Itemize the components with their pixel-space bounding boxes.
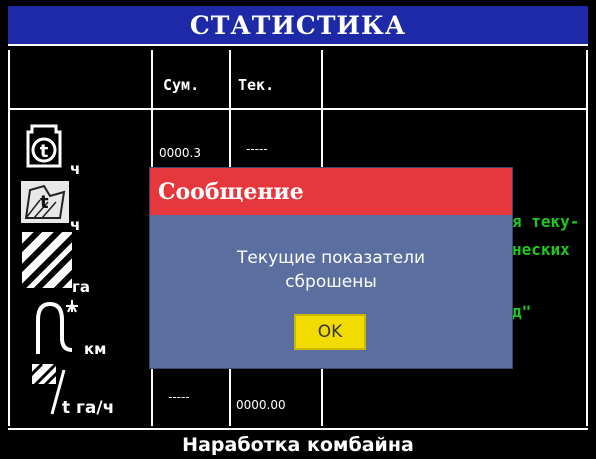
row-unit-productivity: t га/ч [62, 398, 115, 418]
distance-road-icon [36, 300, 78, 354]
screen-title: СТАТИСТИКА [8, 6, 588, 46]
table-hline-header [8, 108, 588, 110]
ok-button[interactable]: OK [294, 314, 366, 350]
dialog-title: Сообщение [150, 168, 512, 215]
row-total-engine-hours: 0000.3 [159, 146, 201, 160]
area-hatch-icon [22, 232, 72, 288]
row-unit-engine-hours: ч [70, 160, 81, 178]
row-total-productivity: ----- [168, 390, 190, 404]
row-current-productivity: 0000.00 [236, 398, 286, 412]
svg-text:t: t [40, 141, 49, 162]
svg-text:t: t [40, 192, 49, 213]
row-current-engine-hours: ----- [246, 142, 268, 156]
engine-hours-icon: t [26, 124, 62, 168]
footer-label: Наработка комбайна [8, 428, 588, 459]
row-unit-area: га [72, 278, 90, 296]
row-unit-distance: км [84, 340, 107, 358]
background-info-line-3: д" [512, 302, 532, 321]
message-dialog: Сообщение Текущие показатели сброшены OK [149, 167, 513, 369]
dialog-message: Текущие показатели сброшены [150, 246, 512, 294]
field-work-hours-icon: t [21, 181, 69, 223]
column-header-total: Сум. [163, 76, 200, 94]
table-frame-right [586, 50, 588, 426]
dialog-message-line-2: сброшены [285, 272, 377, 292]
background-info-line-1: я теку- [512, 212, 580, 231]
background-info-line-2: неских [512, 240, 570, 259]
dialog-message-line-1: Текущие показатели [236, 248, 426, 268]
table-frame-left [8, 50, 10, 426]
column-header-current: Тек. [238, 76, 275, 94]
